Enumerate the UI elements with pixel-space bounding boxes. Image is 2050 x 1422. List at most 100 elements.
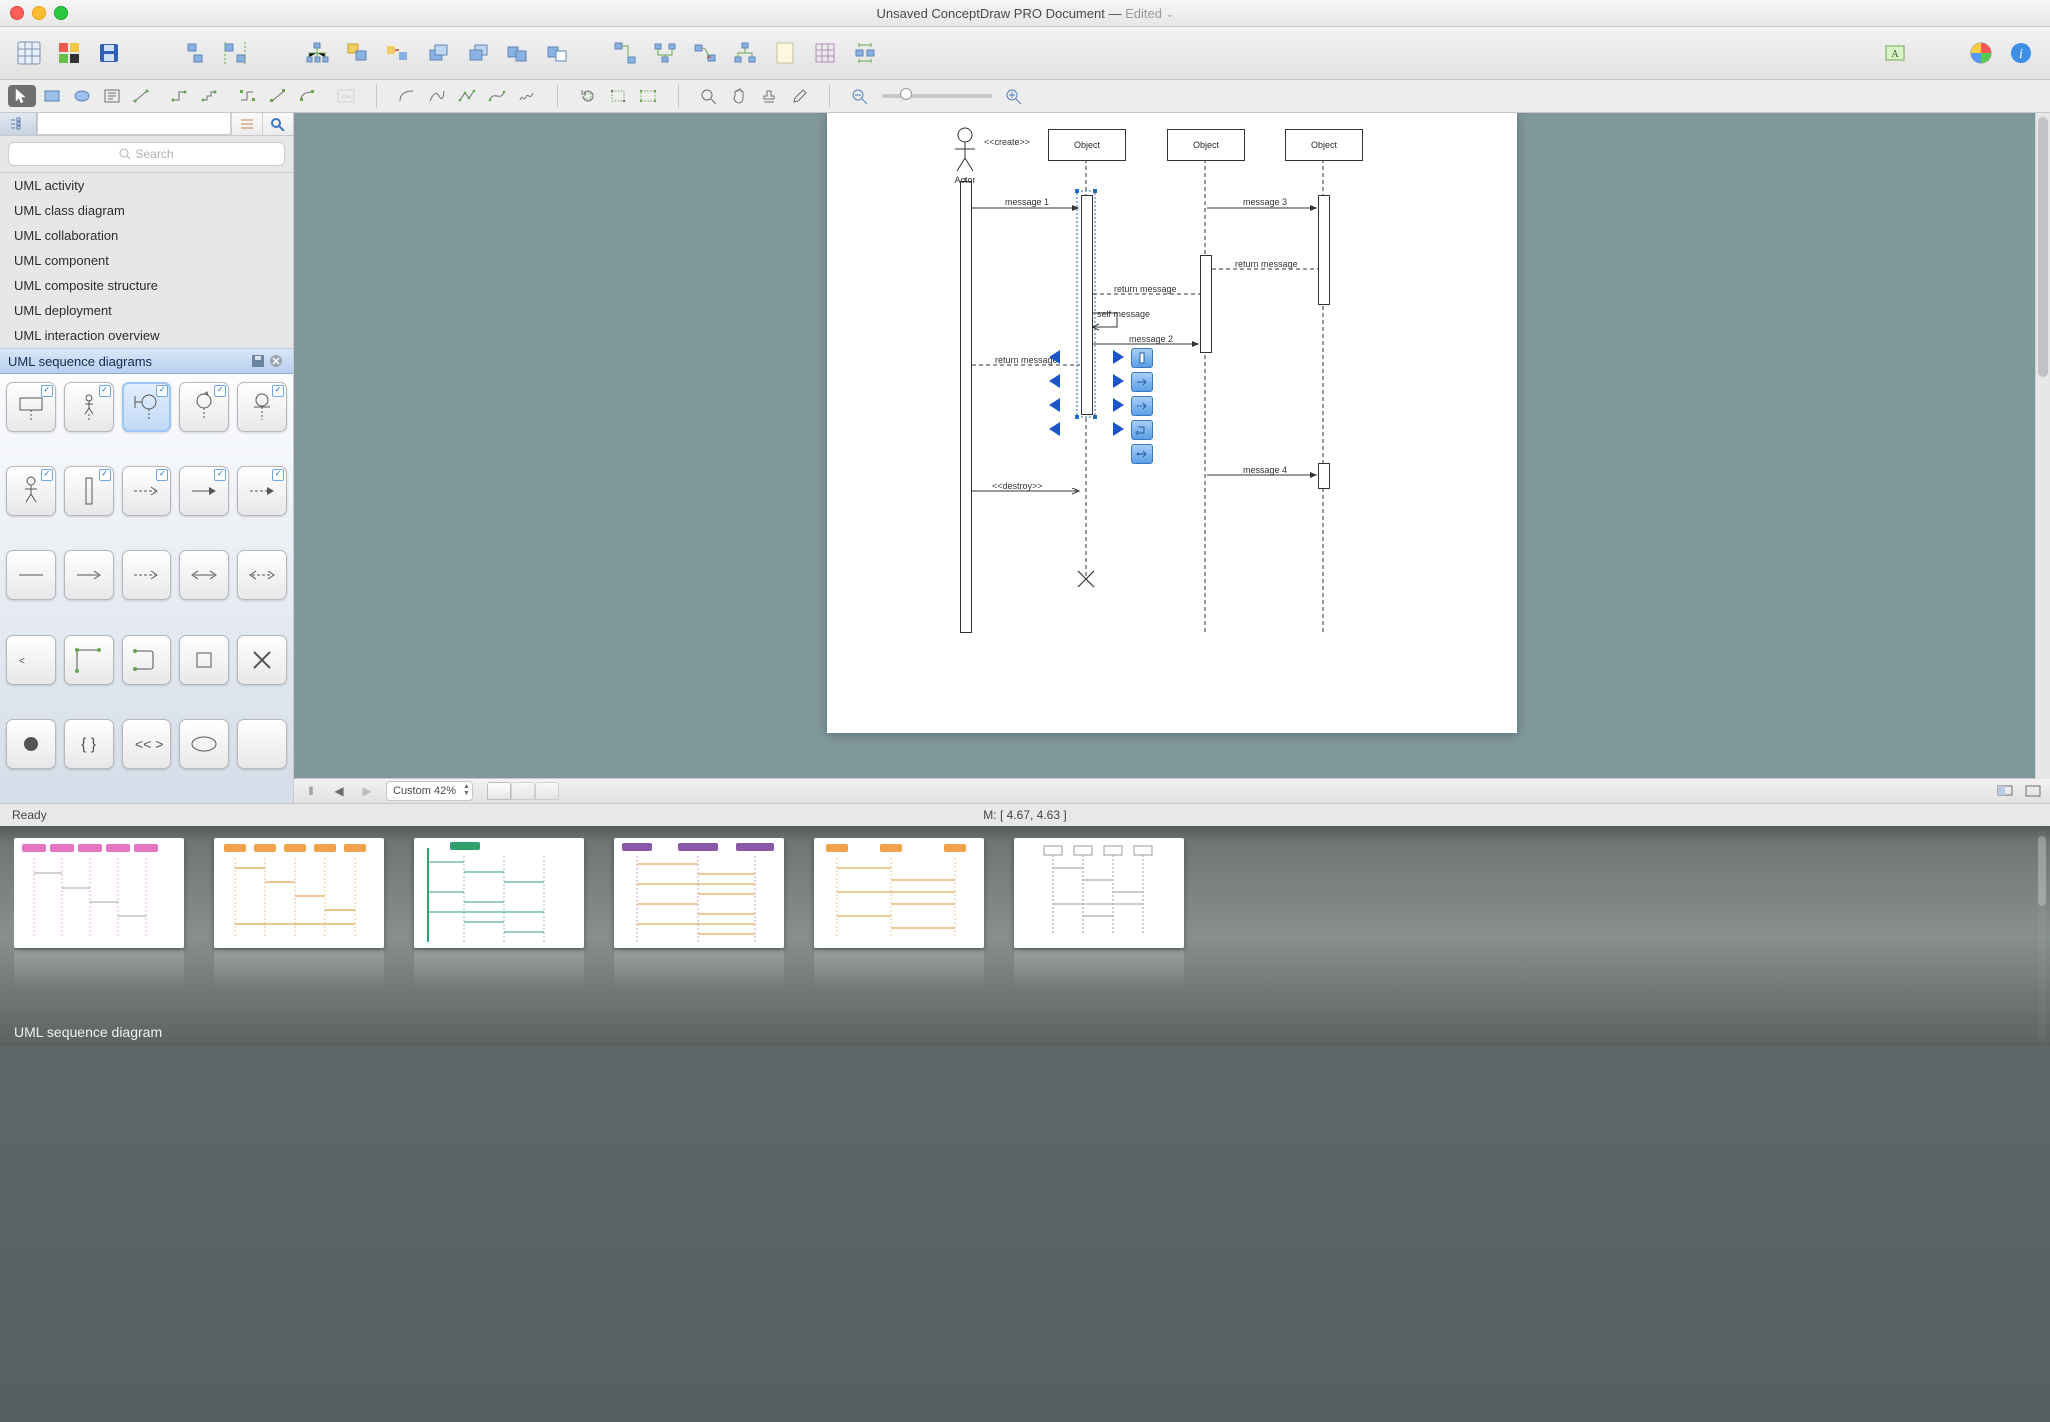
connector-auto-tool[interactable] xyxy=(234,85,262,107)
shape-activation[interactable]: ✓ xyxy=(64,466,114,516)
edit-points-tool[interactable] xyxy=(634,85,662,107)
template-thumbnail[interactable] xyxy=(414,838,584,990)
library-item[interactable]: UML composite structure xyxy=(0,273,293,298)
zoom-stepper-icon[interactable]: ▲▼ xyxy=(463,783,470,797)
templates-scrollbar[interactable] xyxy=(2038,830,2046,1042)
insert-picture-button[interactable] xyxy=(332,85,360,107)
zoom-window-button[interactable] xyxy=(54,6,68,20)
shape-option-bracket[interactable] xyxy=(122,635,172,685)
auto-connect-button[interactable] xyxy=(688,36,722,70)
chain-button[interactable] xyxy=(648,36,682,70)
library-item[interactable]: UML activity xyxy=(0,173,293,198)
library-list-tab[interactable] xyxy=(231,113,262,135)
connector-right-angle-tool[interactable] xyxy=(166,85,194,107)
library-section-header[interactable]: UML sequence diagrams xyxy=(0,348,293,374)
connector-direct-tool[interactable] xyxy=(264,85,292,107)
shape-blank[interactable] xyxy=(237,719,287,769)
shape-actor-lifeline[interactable]: ✓ xyxy=(64,382,114,432)
template-thumbnail[interactable] xyxy=(1014,838,1184,990)
title-menu-chevron-icon[interactable]: ⌄ xyxy=(1166,9,1174,20)
shape-cross[interactable] xyxy=(237,635,287,685)
page-tab[interactable] xyxy=(535,782,559,800)
shape-async-dashed[interactable]: ✓ xyxy=(122,466,172,516)
shape-async-arrow[interactable]: ✓ xyxy=(237,466,287,516)
expand-right-icon[interactable] xyxy=(1113,422,1124,436)
zoom-tool[interactable] xyxy=(695,85,723,107)
library-save-icon[interactable] xyxy=(249,352,267,370)
connector-round-tool[interactable] xyxy=(294,85,322,107)
align-left-button[interactable] xyxy=(178,36,212,70)
template-thumbnail[interactable] xyxy=(614,838,784,990)
canvas-scroll[interactable]: Object Object Object Actor <<create>> me… xyxy=(294,113,2050,778)
scrollbar-thumb[interactable] xyxy=(2038,117,2048,377)
library-close-icon[interactable] xyxy=(267,352,285,370)
rotate-tool[interactable] xyxy=(574,85,602,107)
spline-tool[interactable] xyxy=(423,85,451,107)
library-search-tab[interactable] xyxy=(262,113,293,135)
eyedropper-tool[interactable] xyxy=(785,85,813,107)
shape-filled-circle[interactable] xyxy=(6,719,56,769)
text-style-button[interactable]: A xyxy=(1878,36,1912,70)
connect-button[interactable] xyxy=(608,36,642,70)
expand-left-icon[interactable] xyxy=(1049,422,1060,436)
page[interactable]: Object Object Object Actor <<create>> me… xyxy=(827,113,1517,733)
color-swatches-button[interactable] xyxy=(52,36,86,70)
shape-biarrow-dashed[interactable] xyxy=(237,550,287,600)
shape-boundary-lifeline[interactable]: ✓ xyxy=(122,382,172,432)
info-button[interactable]: i xyxy=(2004,36,2038,70)
smarttag-more-icon[interactable] xyxy=(1131,444,1153,464)
page-splitter-icon[interactable]: ‖ xyxy=(302,782,320,800)
ellipse-tool[interactable] xyxy=(68,85,96,107)
pointer-tool[interactable] xyxy=(8,85,36,107)
shape-oval[interactable] xyxy=(179,719,229,769)
zoom-slider[interactable] xyxy=(882,94,992,98)
new-page-button[interactable] xyxy=(768,36,802,70)
expand-left-icon[interactable] xyxy=(1049,398,1060,412)
search-field[interactable]: Search xyxy=(8,142,285,166)
shape-angle-brackets[interactable]: << >> xyxy=(122,719,172,769)
library-tree-tab[interactable] xyxy=(0,113,37,135)
close-window-button[interactable] xyxy=(10,6,24,20)
library-item[interactable]: UML class diagram xyxy=(0,198,293,223)
bezier-tool[interactable] xyxy=(483,85,511,107)
toggle-panels-button[interactable] xyxy=(12,36,46,70)
shape-control-lifeline[interactable]: ✓ xyxy=(179,382,229,432)
rectangle-tool[interactable] xyxy=(38,85,66,107)
template-thumbnail[interactable] xyxy=(214,838,384,990)
page-tab[interactable] xyxy=(487,782,511,800)
expand-left-icon[interactable] xyxy=(1049,374,1060,388)
library-list[interactable]: UML activity UML class diagram UML colla… xyxy=(0,173,293,348)
library-item[interactable]: UML deployment xyxy=(0,298,293,323)
expand-right-icon[interactable] xyxy=(1113,374,1124,388)
templates-row[interactable] xyxy=(14,838,2036,990)
shape-sync-line[interactable] xyxy=(6,550,56,600)
smarttag-return-icon[interactable] xyxy=(1131,396,1153,416)
page-tab[interactable] xyxy=(511,782,535,800)
bring-front-button[interactable] xyxy=(420,36,454,70)
template-thumbnail[interactable] xyxy=(814,838,984,990)
shape-palette[interactable]: ✓✓✓✓✓✓✓✓✓✓<>{ }<< >> xyxy=(0,374,293,803)
shape-guard[interactable]: <> xyxy=(6,635,56,685)
expand-right-icon[interactable] xyxy=(1113,350,1124,364)
zoom-select[interactable]: Custom 42% ▲▼ xyxy=(386,781,473,801)
library-item[interactable]: UML component xyxy=(0,248,293,273)
combine-button[interactable] xyxy=(500,36,534,70)
freehand-tool[interactable] xyxy=(513,85,541,107)
polyline-tool[interactable] xyxy=(453,85,481,107)
shape-open-dashed[interactable] xyxy=(122,550,172,600)
smarttag-activation-icon[interactable] xyxy=(1131,348,1153,368)
shape-lifeline-box[interactable]: ✓ xyxy=(6,382,56,432)
ungroup-button[interactable] xyxy=(380,36,414,70)
expand-left-icon[interactable] xyxy=(1049,350,1060,364)
vertical-scrollbar[interactable] xyxy=(2035,113,2050,779)
shape-stop[interactable] xyxy=(179,635,229,685)
layout-button[interactable] xyxy=(848,36,882,70)
crop-tool[interactable] xyxy=(604,85,632,107)
shape-braces[interactable]: { } xyxy=(64,719,114,769)
line-tool[interactable] xyxy=(128,85,156,107)
presentation-mode-icon[interactable] xyxy=(1996,782,2014,800)
send-back-button[interactable] xyxy=(460,36,494,70)
minimize-window-button[interactable] xyxy=(32,6,46,20)
template-thumbnail[interactable] xyxy=(14,838,184,990)
zoom-in-button[interactable] xyxy=(1000,85,1028,107)
